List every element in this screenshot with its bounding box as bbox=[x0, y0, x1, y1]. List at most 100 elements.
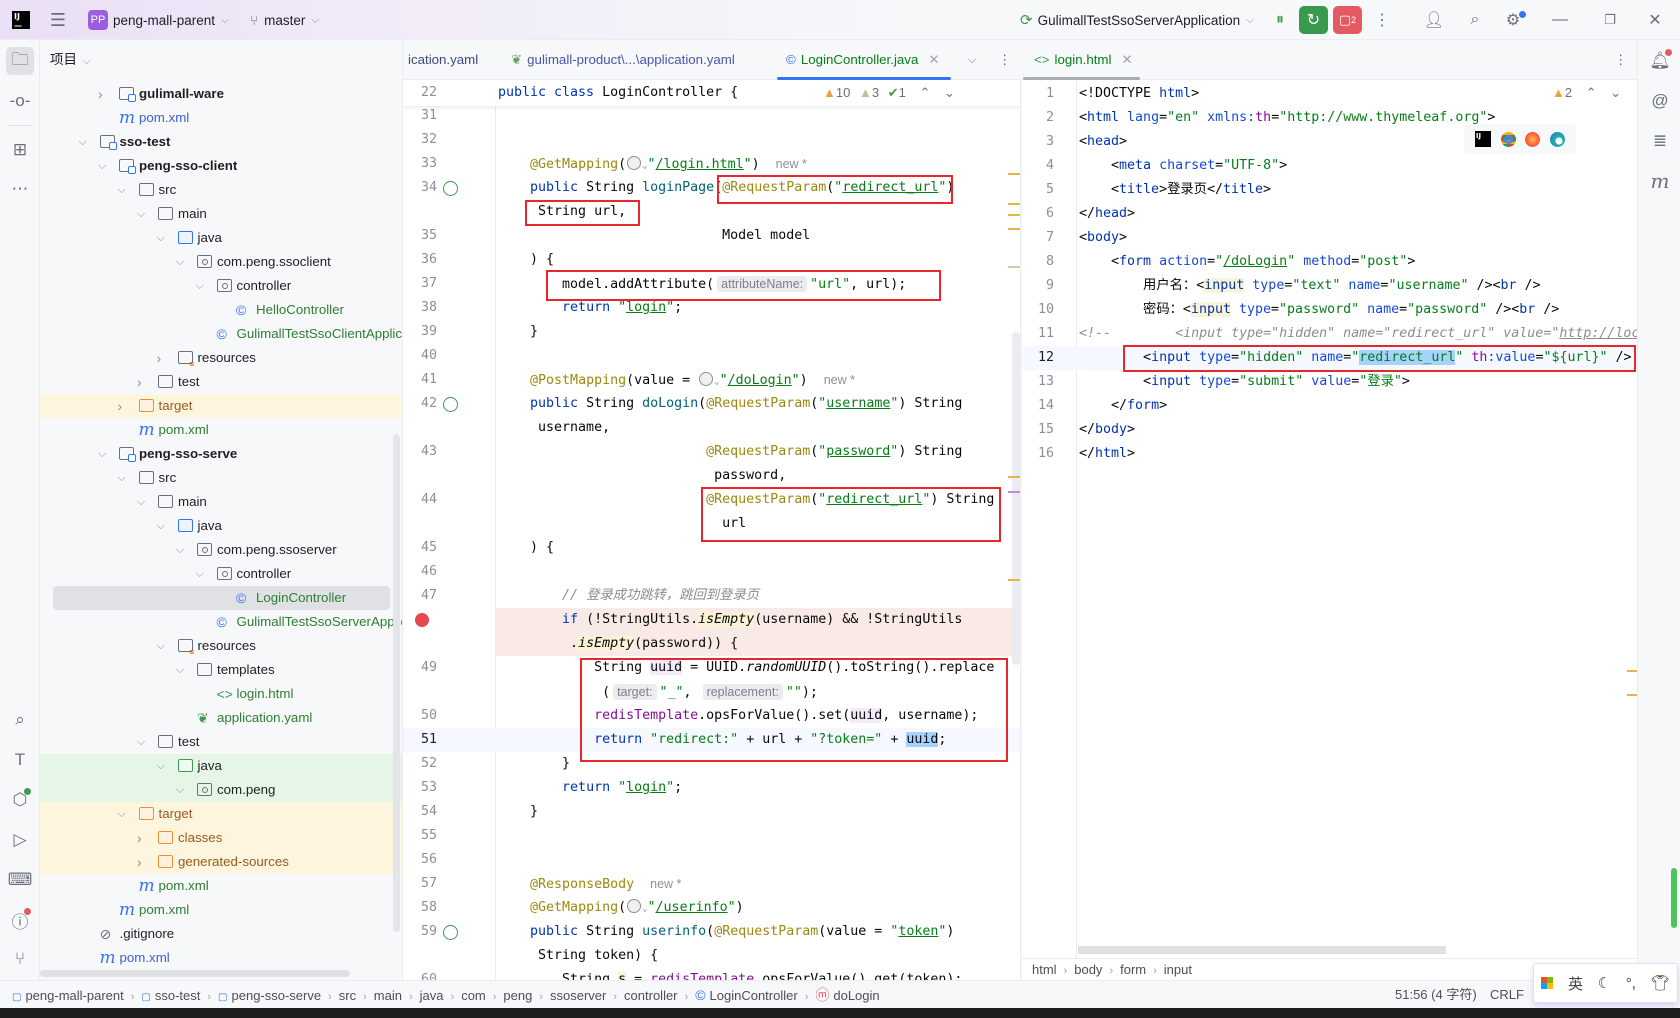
code-line[interactable]: 44 @RequestParam("redirect_url") String bbox=[403, 488, 1020, 512]
tab-application-yaml[interactable]: ication.yaml bbox=[408, 40, 478, 80]
tree-item-folder[interactable]: ⌵ templates bbox=[40, 658, 402, 682]
code-line[interactable]: 14 </form> bbox=[1022, 394, 1637, 418]
code-line[interactable]: 38 return "login"; bbox=[403, 296, 1020, 320]
sticky-header[interactable]: 22 public class LoginController { ▲10 ▲3… bbox=[403, 80, 1020, 106]
ai-assistant-icon[interactable]: @ bbox=[1646, 87, 1674, 115]
code-line[interactable]: 31 bbox=[403, 104, 1020, 128]
project-selector[interactable]: peng-mall-parent ⌵ bbox=[113, 0, 229, 40]
code-line[interactable]: 5 <title>登录页</title> bbox=[1022, 178, 1637, 202]
tree-item-springapp[interactable]: © GulimallTestSsoServerApplication bbox=[40, 610, 403, 634]
code-line[interactable]: 1 <!DOCTYPE html> bbox=[1022, 82, 1637, 106]
chevron-down-icon[interactable]: ⌵ bbox=[196, 562, 204, 586]
more-actions-icon[interactable]: ⋮ bbox=[1374, 0, 1390, 40]
code-line[interactable]: 10 密码：<input type="password" name="passw… bbox=[1022, 298, 1637, 322]
tree-item-module[interactable]: › gulimall-ware bbox=[40, 82, 402, 106]
code-line[interactable]: .isEmpty(password)) { bbox=[496, 632, 1020, 656]
code-line[interactable]: 46 bbox=[403, 560, 1020, 584]
maven-icon[interactable]: m bbox=[1646, 167, 1674, 195]
code-line[interactable]: 7 <body> bbox=[1022, 226, 1637, 250]
structure-icon[interactable]: ⊞ bbox=[6, 136, 34, 164]
code-line[interactable]: url bbox=[403, 512, 1020, 536]
add-user-icon[interactable]: 👤︎ bbox=[1422, 0, 1446, 40]
code-line[interactable]: password, bbox=[403, 464, 1020, 488]
globe-icon[interactable] bbox=[627, 899, 642, 913]
tree-item-springapp[interactable]: © GulimallTestSsoClientApplication bbox=[40, 322, 403, 346]
run-config-selector[interactable]: ⟳ GulimallTestSsoServerApplication ⌵ bbox=[1020, 0, 1254, 40]
code-line[interactable]: 37 model.addAttribute(attributeName: "url… bbox=[403, 272, 1020, 296]
tree-item-html[interactable]: <> login.html bbox=[40, 682, 402, 706]
main-menu-icon[interactable]: ☰ bbox=[46, 0, 70, 40]
next-highlight-icon[interactable]: ⌄ bbox=[1610, 85, 1621, 100]
error-stripe-mark[interactable] bbox=[1627, 670, 1637, 672]
java-editor[interactable]: 313233 @GetMapping(⌄"/login.html") new *… bbox=[403, 80, 1021, 980]
tree-item-module[interactable]: ⌵ peng-sso-serve bbox=[40, 442, 402, 466]
breadcrumb-item[interactable]: sso-test bbox=[155, 988, 201, 1003]
chevron-down-icon[interactable]: ⌵ bbox=[157, 514, 165, 538]
code-line[interactable]: 50 redisTemplate.opsForValue().set(uuid,… bbox=[403, 704, 1020, 728]
chevron-down-icon[interactable]: ⌵ bbox=[137, 730, 145, 754]
code-line[interactable]: (target: "_", replacement: ""); bbox=[403, 680, 1020, 704]
code-line[interactable]: 40 bbox=[403, 344, 1020, 368]
code-line[interactable]: username, bbox=[403, 416, 1020, 440]
breadcrumb-item[interactable]: doLogin bbox=[833, 988, 879, 1003]
close-button[interactable]: ✕ bbox=[1645, 0, 1665, 40]
code-line[interactable]: 53 return "login"; bbox=[403, 776, 1020, 800]
git-icon[interactable]: ⑂ bbox=[6, 945, 34, 973]
chevron-down-icon[interactable]: ⌵ bbox=[176, 538, 184, 562]
chevron-right-icon[interactable]: › bbox=[137, 826, 142, 850]
breadcrumb-item[interactable]: input bbox=[1164, 962, 1192, 977]
breadcrumb-item[interactable]: form bbox=[1120, 962, 1146, 977]
close-tab-icon[interactable]: ✕ bbox=[928, 52, 939, 67]
chevron-down-icon[interactable]: ⌵ bbox=[137, 490, 145, 514]
code-line[interactable]: 33 @GetMapping(⌄"/login.html") new * bbox=[403, 152, 1020, 176]
code-line[interactable]: 42 public String doLogin(@RequestParam("… bbox=[403, 392, 1020, 416]
windows-logo-icon[interactable] bbox=[1541, 977, 1554, 989]
error-stripe-mark[interactable] bbox=[1008, 476, 1020, 478]
tree-item-resources[interactable]: › resources bbox=[40, 346, 402, 370]
chevron-down-icon[interactable]: ⌵ bbox=[118, 466, 126, 490]
tree-item-module[interactable]: ⌵ sso-test bbox=[40, 130, 402, 154]
error-stripe-mark[interactable] bbox=[1008, 203, 1020, 205]
skin-icon[interactable]: 👕︎ bbox=[1651, 974, 1670, 992]
code-line[interactable]: 35 Model model bbox=[403, 224, 1020, 248]
caret-position[interactable]: 51:56 (4 字符) bbox=[1395, 981, 1477, 1009]
chevron-down-icon[interactable]: ⌵ bbox=[79, 130, 87, 154]
breadcrumb-item[interactable]: peng-sso-serve bbox=[232, 988, 322, 1003]
chevron-right-icon[interactable]: › bbox=[137, 370, 142, 394]
tree-item-excluded[interactable]: › generated-sources bbox=[40, 850, 402, 874]
code-line[interactable]: 60 String s = redisTemplate.opsForValue(… bbox=[403, 968, 1020, 980]
minimize-button[interactable]: — bbox=[1550, 0, 1570, 40]
code-line[interactable]: 55 bbox=[403, 824, 1020, 848]
breadcrumb-item[interactable]: src bbox=[339, 988, 356, 1003]
code-line[interactable]: 39 } bbox=[403, 320, 1020, 344]
tree-item-package[interactable]: ⌵ com.peng.ssoclient bbox=[40, 250, 402, 274]
tree-item-folder[interactable]: ⌵ src bbox=[40, 178, 402, 202]
code-line[interactable]: 47 // 登录成功跳转，跳回到登录页 bbox=[403, 584, 1020, 608]
tree-horizontal-scrollbar[interactable] bbox=[40, 970, 350, 977]
debug-icon[interactable]: ⏸ bbox=[1270, 0, 1290, 40]
tree-item-package[interactable]: ⌵ controller bbox=[40, 274, 402, 298]
code-line[interactable]: 32 bbox=[403, 128, 1020, 152]
code-line[interactable]: 9 用户名：<input type="text" name="username"… bbox=[1022, 274, 1637, 298]
code-line[interactable]: String url, bbox=[403, 200, 1020, 224]
build-icon[interactable]: T bbox=[6, 746, 34, 774]
database-icon[interactable]: ≣ bbox=[1646, 127, 1674, 155]
editor-more-icon[interactable]: ⋮ bbox=[1614, 40, 1627, 80]
code-line[interactable]: 12 <input type="hidden" name="redirect_u… bbox=[1022, 346, 1637, 370]
chevron-down-icon[interactable]: ⌵ bbox=[118, 802, 126, 826]
globe-icon[interactable] bbox=[627, 156, 642, 170]
code-line[interactable]: 36 ) { bbox=[403, 248, 1020, 272]
tab-product-application-yaml[interactable]: ❦ gulimall-product\...\application.yaml bbox=[511, 40, 735, 80]
ime-mode[interactable]: 英 bbox=[1568, 973, 1583, 994]
breadcrumb-item[interactable]: controller bbox=[624, 988, 677, 1003]
tree-item-class[interactable]: © LoginController bbox=[53, 586, 390, 610]
code-line[interactable]: 11 <!-- <input type="hidden" name="redire… bbox=[1022, 322, 1637, 346]
chevron-down-icon[interactable]: ⌵ bbox=[118, 178, 126, 202]
next-highlight-icon[interactable]: ⌄ bbox=[944, 85, 955, 100]
tree-item-maven[interactable]: m pom.xml bbox=[40, 874, 402, 898]
chevron-down-icon[interactable]: ⌵ bbox=[98, 154, 106, 178]
tree-item-maven[interactable]: m pom.xml bbox=[40, 418, 402, 442]
run-icon[interactable]: ▷ bbox=[6, 826, 34, 854]
rerun-button[interactable]: ↻ bbox=[1299, 6, 1328, 34]
error-stripe-mark[interactable] bbox=[1008, 266, 1020, 268]
